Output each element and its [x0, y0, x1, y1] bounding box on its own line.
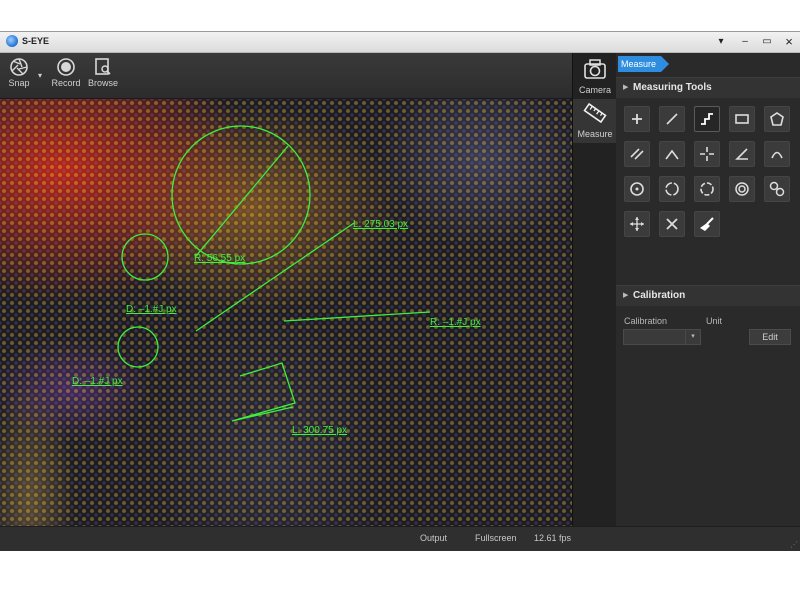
title-bar: S-EYE ▾ – ▭ ×	[0, 32, 800, 53]
status-bar: Output Fullscreen 12.61 fps ⋰	[0, 526, 800, 551]
clear-all-tool-button[interactable]	[694, 211, 720, 237]
camera-view[interactable]: R: 56.55 px D: –1.#J px L: 275.03 px R: …	[0, 99, 572, 526]
rectangle-icon	[735, 114, 749, 124]
two-circles-icon	[769, 181, 785, 197]
parallel-lines-icon	[630, 148, 644, 160]
close-button[interactable]: ×	[781, 34, 797, 49]
mode-sidebar: Camera Measure	[572, 53, 617, 526]
crosshair-icon	[700, 147, 714, 161]
measure-mode-label: Measure	[577, 129, 613, 139]
delete-x-icon	[666, 218, 678, 230]
delete-tool-button[interactable]	[659, 211, 685, 237]
app-title: S-EYE	[22, 36, 50, 46]
measuring-tools-header[interactable]: ▶ Measuring Tools	[616, 77, 800, 98]
polygon-tool-button[interactable]	[764, 106, 790, 132]
calibration-header[interactable]: ▶ Calibration	[616, 285, 800, 306]
circle-center-tool-button[interactable]	[624, 176, 650, 202]
browse-label: Browse	[87, 78, 118, 88]
record-label: Record	[51, 78, 81, 88]
parallel-lines-tool-button[interactable]	[624, 141, 650, 167]
arc-icon	[771, 151, 783, 159]
collapse-arrow-icon: ▶	[623, 84, 629, 91]
calibration-select[interactable]: ▾	[623, 329, 701, 345]
menu-dropdown-button[interactable]: ▾	[713, 34, 729, 49]
plus-icon	[632, 114, 642, 124]
measure-length-line	[195, 222, 355, 332]
label-diameter-upper[interactable]: D: –1.#J px	[126, 304, 177, 315]
app-logo-icon	[6, 35, 18, 47]
arc-tool-button[interactable]	[764, 141, 790, 167]
fullscreen-button[interactable]: Fullscreen	[475, 533, 517, 543]
concentric-circles-icon	[735, 182, 749, 196]
polyline-tool-button[interactable]	[694, 106, 720, 132]
snap-dropdown-icon[interactable]: ▾	[38, 71, 42, 80]
camera-mode-label: Camera	[578, 85, 611, 95]
polygon-icon	[770, 112, 784, 126]
browse-button[interactable]: Browse	[87, 57, 119, 95]
circle-center-icon	[630, 182, 644, 196]
snap-label: Snap	[8, 78, 30, 88]
unit-field-label: Unit	[706, 316, 723, 326]
aperture-icon	[10, 58, 28, 76]
line-tool-button[interactable]	[659, 106, 685, 132]
calibration-field-label: Calibration	[624, 316, 668, 326]
tab-measure[interactable]: Measure	[618, 56, 669, 72]
angle-vertex-icon	[665, 149, 679, 160]
measure-panel: Measure ▶ Measuring Tools ▶ Calibration …	[616, 53, 800, 526]
maximize-button[interactable]: ▭	[759, 34, 775, 49]
record-icon	[57, 58, 75, 76]
move-cursor-icon	[630, 217, 644, 231]
main-toolbar: Snap ▾ Record Browse	[0, 53, 572, 99]
measure-radius-segment	[283, 311, 431, 322]
minimize-button[interactable]: –	[737, 34, 753, 49]
move-tool-button[interactable]	[624, 211, 650, 237]
fps-readout: 12.61 fps	[534, 533, 572, 543]
resize-grip-icon[interactable]: ⋰	[790, 540, 798, 549]
measure-circle-lower	[117, 326, 159, 368]
angle-icon	[735, 148, 748, 160]
measure-circle-upper	[121, 233, 169, 281]
camera-mode-button[interactable]: Camera	[573, 55, 617, 99]
label-radius-line[interactable]: R: –1.#J px	[430, 317, 481, 328]
circle-three-point-icon	[665, 182, 679, 196]
crosshair-tool-button[interactable]	[694, 141, 720, 167]
collapse-arrow-icon: ▶	[623, 292, 629, 299]
measurement-overlay	[117, 125, 431, 422]
polyline-icon	[701, 113, 713, 125]
circle-three-point-tool-button[interactable]	[659, 176, 685, 202]
label-radius-big[interactable]: R: 56.55 px	[194, 253, 245, 264]
output-button[interactable]: Output	[420, 533, 447, 543]
camera-icon	[584, 59, 606, 79]
broom-icon	[700, 217, 714, 231]
angle-tool-button[interactable]	[729, 141, 755, 167]
app-window: S-EYE ▾ – ▭ × Snap ▾ Record Browse R: 56…	[0, 32, 800, 551]
angle-vertex-tool-button[interactable]	[659, 141, 685, 167]
measure-mode-button[interactable]: Measure	[573, 99, 617, 143]
label-diameter-lower[interactable]: D: –1.#J px	[72, 376, 123, 387]
edit-calibration-button[interactable]: Edit	[749, 329, 791, 345]
rectangle-tool-button[interactable]	[729, 106, 755, 132]
circle-fit-icon	[700, 182, 714, 196]
browse-folder-icon	[95, 58, 111, 75]
snap-button[interactable]: Snap ▾	[4, 57, 42, 95]
point-tool-button[interactable]	[624, 106, 650, 132]
record-button[interactable]: Record	[50, 57, 82, 95]
two-circles-tool-button[interactable]	[764, 176, 790, 202]
label-length-line[interactable]: L: 275.03 px	[353, 219, 408, 230]
concentric-circles-tool-button[interactable]	[729, 176, 755, 202]
measure-radius-line	[195, 145, 289, 257]
line-icon	[666, 113, 678, 125]
chevron-down-icon: ▾	[685, 330, 700, 344]
label-length-polyline[interactable]: L: 300.75 px	[292, 425, 347, 436]
circle-fit-tool-button[interactable]	[694, 176, 720, 202]
measuring-tools-title: Measuring Tools	[633, 82, 712, 93]
measure-polyline	[231, 362, 296, 422]
ruler-icon	[583, 102, 607, 124]
measure-circle-large	[171, 125, 311, 265]
calibration-title: Calibration	[633, 290, 686, 301]
